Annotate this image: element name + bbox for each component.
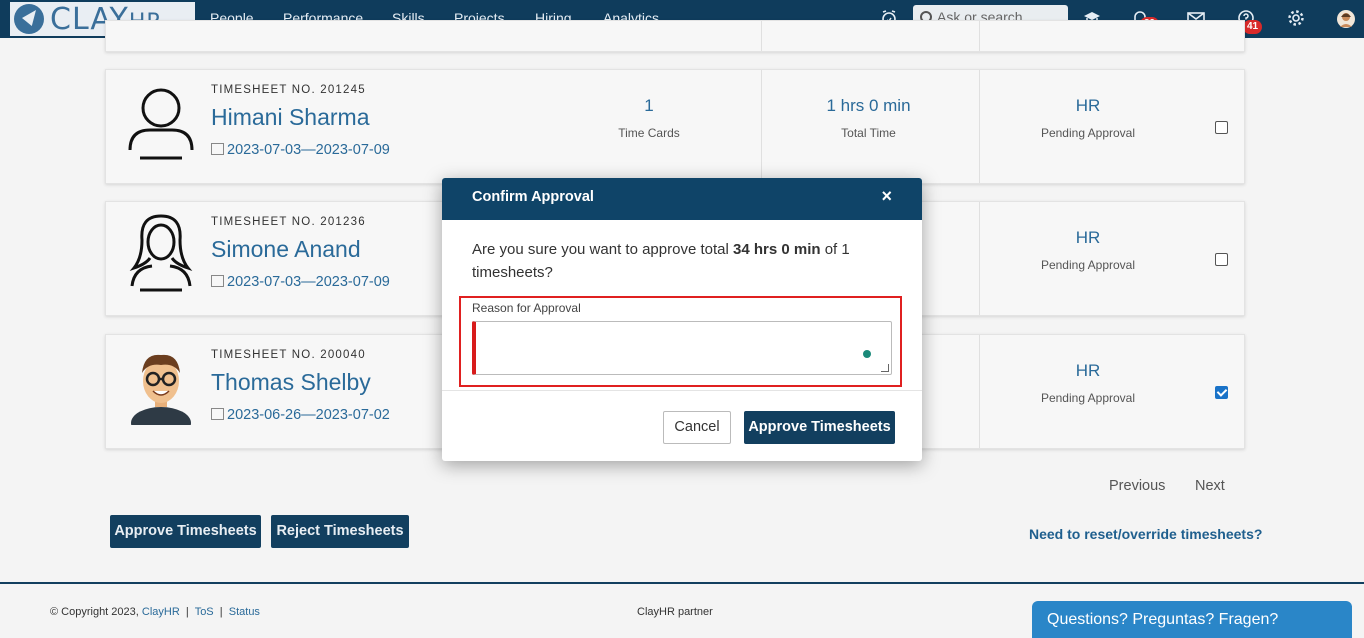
dialog-divider [442, 390, 922, 391]
resize-handle-icon[interactable] [881, 364, 889, 372]
reason-textarea[interactable] [472, 321, 892, 375]
dialog-header: Confirm Approval × [442, 178, 922, 220]
close-icon[interactable]: × [881, 186, 892, 207]
logo-mark-icon [14, 4, 44, 34]
confirm-approval-dialog: Confirm Approval × Are you sure you want… [442, 178, 922, 461]
grammar-check-icon [863, 350, 871, 358]
reason-label: Reason for Approval [472, 301, 581, 315]
dialog-message: Are you sure you want to approve total 3… [472, 241, 850, 281]
dialog-title: Confirm Approval [472, 189, 594, 205]
user-avatar-icon[interactable] [1336, 9, 1356, 29]
confirm-approve-button[interactable]: Approve Timesheets [744, 411, 895, 444]
gear-icon[interactable] [1286, 9, 1306, 29]
help-badge: 41 [1243, 20, 1263, 34]
cancel-button[interactable]: Cancel [663, 411, 731, 444]
